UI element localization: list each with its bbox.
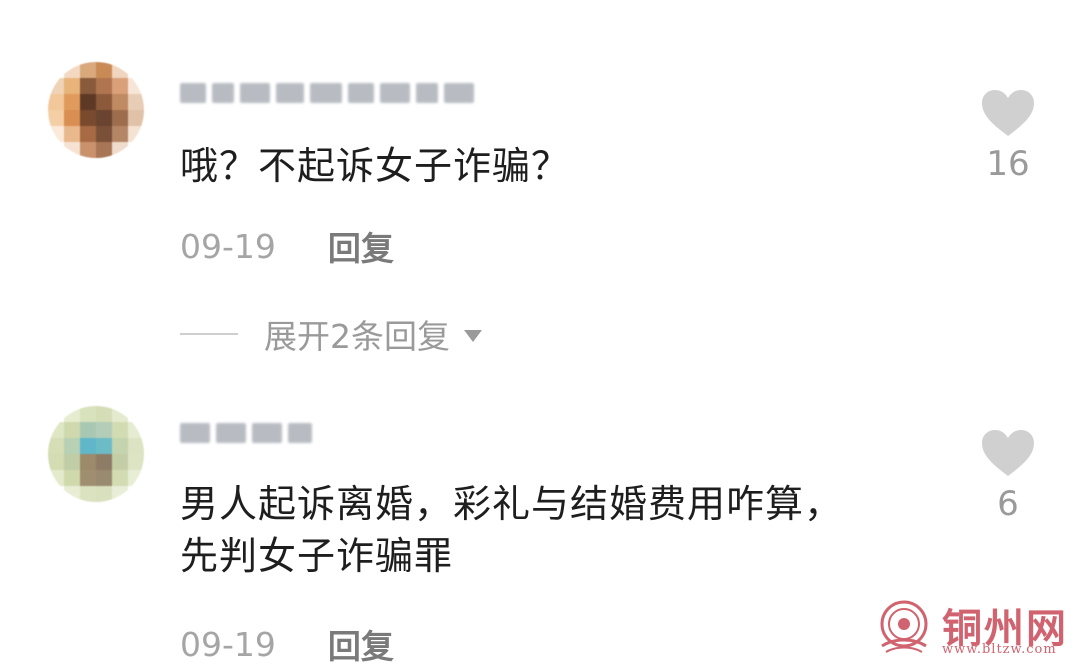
avatar-pixel	[48, 438, 64, 454]
comment-item-2: 男人起诉离婚，彩礼与结婚费用咋算，先判女子诈骗罪 09-19 回复 6	[0, 0, 1080, 666]
avatar-pixel	[48, 454, 64, 470]
site-watermark: 铜州网 www.bltzw.com	[876, 596, 1076, 662]
avatar-pixel	[96, 454, 112, 470]
avatar-pixel	[112, 406, 128, 422]
avatar-pixel	[112, 454, 128, 470]
avatar[interactable]	[48, 406, 144, 502]
avatar-pixel	[64, 406, 80, 422]
avatar-pixel	[112, 422, 128, 438]
avatar-pixel	[80, 454, 96, 470]
avatar-pixel	[48, 486, 64, 502]
reply-button[interactable]: 回复	[328, 620, 394, 668]
avatar-pixel	[64, 438, 80, 454]
avatar-pixel	[112, 438, 128, 454]
heart-icon	[982, 430, 1034, 476]
avatar-pixel	[96, 406, 112, 422]
avatar-pixel	[48, 470, 64, 486]
avatar-pixel	[80, 486, 96, 502]
avatar-pixel	[80, 422, 96, 438]
avatar-pixel	[128, 406, 144, 422]
avatar-pixel	[64, 470, 80, 486]
avatar-image	[48, 406, 144, 502]
avatar-pixel	[96, 486, 112, 502]
avatar-pixel	[128, 422, 144, 438]
avatar-pixel	[80, 438, 96, 454]
avatar-pixel	[80, 406, 96, 422]
username-blurred[interactable]	[180, 418, 312, 448]
like-count: 6	[997, 484, 1019, 524]
avatar-pixel	[96, 470, 112, 486]
comment-text: 男人起诉离婚，彩礼与结婚费用咋算，先判女子诈骗罪	[180, 482, 844, 578]
avatar-pixel	[96, 438, 112, 454]
avatar-pixel	[96, 422, 112, 438]
avatar-pixel	[128, 486, 144, 502]
comment-meta: 09-19 回复	[180, 620, 394, 668]
avatar-pixel	[128, 454, 144, 470]
avatar-pixel	[64, 454, 80, 470]
avatar-pixel	[64, 486, 80, 502]
watermark-url: www.bltzw.com	[942, 642, 1057, 657]
watermark-logo-icon	[880, 600, 928, 653]
avatar-pixel	[128, 438, 144, 454]
avatar-pixel	[112, 470, 128, 486]
avatar-pixel	[128, 470, 144, 486]
avatar-pixel	[80, 470, 96, 486]
avatar-pixel	[112, 486, 128, 502]
avatar-pixel	[64, 422, 80, 438]
avatar-pixel	[48, 422, 64, 438]
like-button[interactable]: 6	[968, 428, 1048, 524]
avatar-pixel	[48, 406, 64, 422]
comment-date: 09-19	[180, 624, 276, 664]
